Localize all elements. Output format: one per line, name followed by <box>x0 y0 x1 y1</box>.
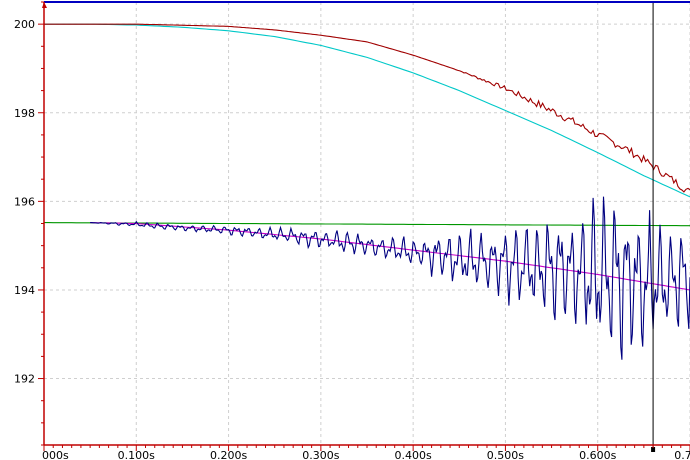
x-tick-label-7: 0.700 <box>674 449 690 460</box>
x-tick-label-3: 0.300s <box>302 449 339 460</box>
x-tick-label-5: 0.500s <box>487 449 524 460</box>
y-tick-label-198: 198 <box>14 107 35 120</box>
x-tick-label-4: 0.400s <box>395 449 432 460</box>
x-tick-label-0: 000s <box>42 449 69 460</box>
y-tick-label-200: 200 <box>14 18 35 31</box>
x-tick-label-1: 0.100s <box>118 449 155 460</box>
x-tick-label-6: 0.600s <box>579 449 616 460</box>
x-tick-label-2: 0.200s <box>210 449 247 460</box>
y-tick-label-194: 194 <box>14 284 35 297</box>
y-tick-label-192: 192 <box>14 373 35 386</box>
y-tick-label-196: 196 <box>14 195 35 208</box>
chart-background <box>0 0 690 460</box>
line-chart: 192 194 196 198 200 000s 0.100s 0.200s 0.300s 0.4… <box>0 0 690 460</box>
